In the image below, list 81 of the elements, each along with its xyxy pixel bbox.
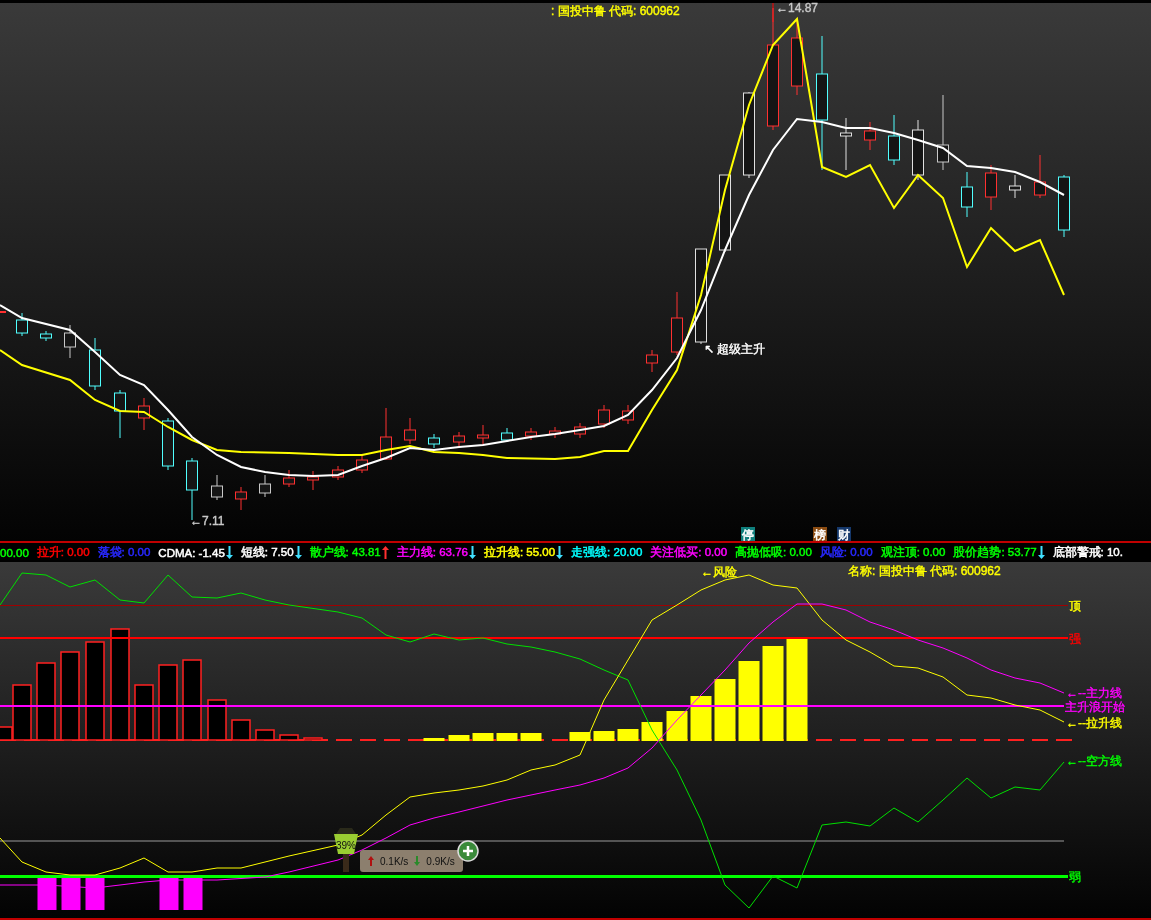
candlestick (574, 422, 586, 439)
indicator-bar (472, 733, 494, 741)
candlestick (1009, 174, 1021, 199)
indicator-value: 短线: 7.50 (240, 545, 294, 560)
candlestick (1034, 154, 1046, 199)
candlestick (477, 424, 489, 446)
download-speed: 0.9K/s (426, 855, 455, 867)
candlestick (453, 431, 465, 447)
indicator-value: 拉升: 0.00 (36, 545, 90, 560)
candlestick (912, 119, 924, 181)
candlestick (356, 454, 368, 474)
low-price-label: ←7.11 (190, 514, 225, 528)
candlestick (235, 486, 247, 511)
indicator-bar (423, 738, 445, 741)
tag-badge[interactable]: 榜 (813, 527, 827, 541)
signal-label: ↖ 超级主升 (704, 342, 766, 356)
candlestick (671, 291, 683, 356)
candlestick (840, 117, 852, 171)
candlestick (501, 427, 513, 443)
tag-badge[interactable]: 财 (837, 527, 851, 541)
candlestick (985, 164, 997, 211)
plus-icon[interactable] (456, 840, 479, 862)
candlestick (211, 474, 223, 501)
candlestick (89, 337, 101, 391)
candlestick (138, 397, 150, 431)
chart-title: 名称: 国投中鲁 代码: 600962 (848, 564, 1001, 578)
level-label: 弱 (1069, 870, 1081, 884)
candlestick (646, 349, 658, 373)
tag-badge[interactable]: 停 (741, 527, 755, 541)
candlestick (162, 417, 174, 471)
high-price-label: ←14.87 (776, 1, 819, 15)
candlestick (404, 417, 416, 445)
candlestick (64, 324, 76, 359)
indicator-value: 拉升线: 55.00 (483, 545, 556, 560)
indicator-bar (496, 733, 518, 741)
candlestick (428, 433, 440, 449)
indicator-bar (569, 732, 591, 741)
indicator-value: 落袋: 0.00 (97, 545, 151, 560)
up-arrow-icon (368, 856, 374, 866)
indicator-value: 散户线: 43.81 (309, 545, 381, 560)
indicator-value: 底部警戒: 10. (1052, 545, 1123, 560)
candlestick (283, 469, 295, 488)
candlestick (1058, 174, 1070, 238)
indicator-bar (448, 735, 470, 741)
indicator-value: 走强线: 20.00 (571, 545, 643, 560)
indicator-value: 风险: 0.00 (819, 545, 873, 560)
candlestick (380, 407, 392, 461)
candlestick (40, 330, 52, 342)
candlestick (888, 114, 900, 166)
upload-speed: 0.1K/s (380, 855, 409, 867)
risk-label: ←风险 (701, 565, 737, 579)
level-label: 主升浪开始 (1065, 700, 1125, 714)
indicator-value: CDMA: -1.45 (158, 546, 225, 559)
candlestick (307, 470, 319, 491)
candlestick (549, 426, 561, 439)
level-label: 强 (1069, 632, 1081, 646)
candlestick (332, 465, 344, 481)
indicator-bar (593, 731, 615, 741)
indicator-value: 00.00 (0, 546, 29, 559)
candlestick (16, 312, 28, 337)
down-arrow-icon (414, 856, 421, 866)
candlestick (259, 474, 271, 498)
candlestick (114, 389, 126, 439)
indicator-value: 股价趋势: 53.77 (953, 545, 1037, 560)
candlestick (864, 121, 876, 151)
line-label: ←--空方线 (1066, 754, 1122, 768)
chart-title: : 国投中鲁 代码: 600962 (551, 4, 680, 18)
indicator-bar (617, 729, 639, 741)
indicator-value: 观注顶: 0.00 (880, 545, 946, 560)
candlestick (961, 171, 973, 218)
indicator-value: 关注低买: 0.00 (650, 545, 728, 560)
percent-label: 39% (336, 840, 356, 851)
indicator-value: 高抛低吸: 0.00 (735, 545, 812, 560)
candlestick (598, 404, 610, 429)
line-label: ←--主力线 (1066, 686, 1122, 700)
line-label: ←--拉升线 (1066, 716, 1122, 730)
candlestick (622, 404, 634, 425)
level-label: 顶 (1069, 599, 1081, 613)
candlestick (525, 427, 537, 441)
indicator-bar (520, 733, 542, 741)
indicator-value: 主力线: 63.76 (396, 545, 468, 560)
